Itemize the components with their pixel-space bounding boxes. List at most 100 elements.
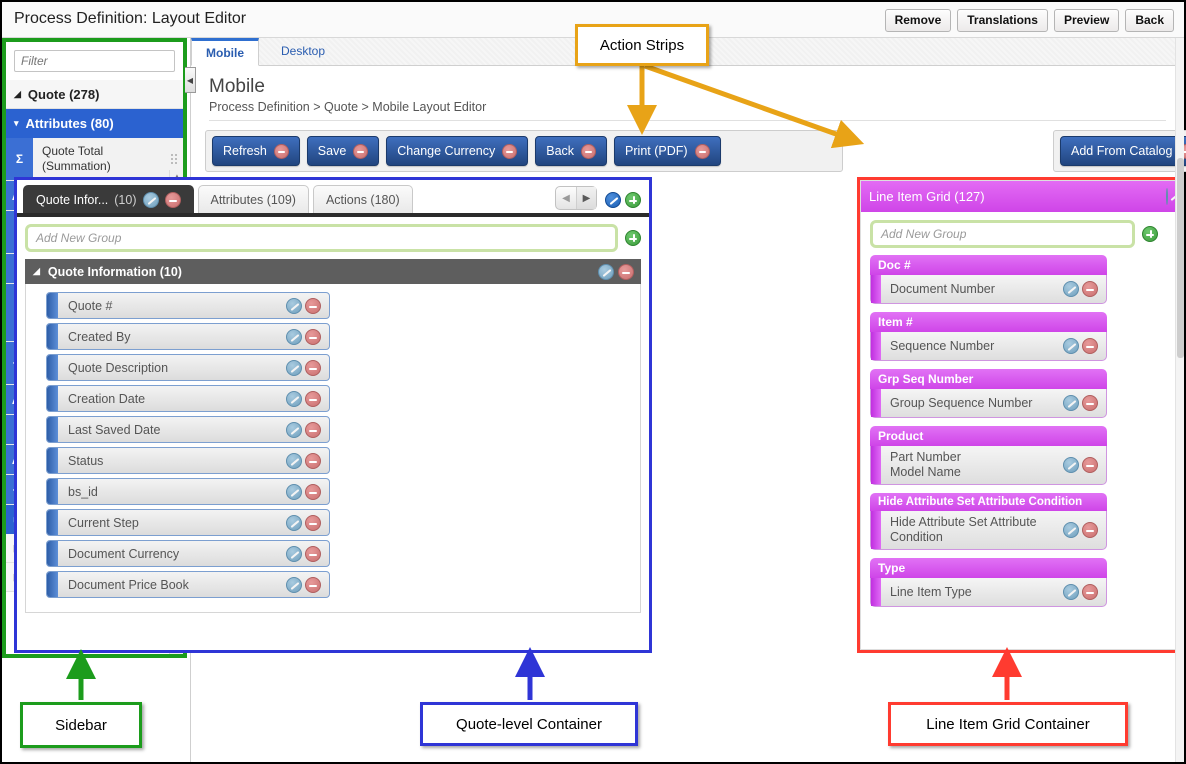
list-item[interactable]: Last Saved Date bbox=[26, 416, 640, 443]
remove-icon[interactable] bbox=[305, 515, 321, 531]
content-scrollbar[interactable] bbox=[1175, 38, 1184, 762]
back-button[interactable]: Back bbox=[1125, 9, 1174, 32]
add-new-group-input[interactable]: Add New Group bbox=[25, 224, 618, 252]
remove-icon[interactable] bbox=[305, 453, 321, 469]
tab-next-icon[interactable]: ▶ bbox=[576, 187, 596, 209]
remove-icon[interactable] bbox=[305, 391, 321, 407]
tab-quote-information[interactable]: Quote Infor... (10) bbox=[23, 185, 194, 213]
group-header[interactable]: ◢ Quote Information (10) bbox=[25, 259, 641, 284]
add-new-group-input[interactable]: Add New Group bbox=[870, 220, 1135, 248]
remove-icon[interactable] bbox=[305, 484, 321, 500]
filter-input[interactable] bbox=[14, 50, 175, 72]
field-label: Document Currency bbox=[58, 547, 179, 561]
list-item[interactable]: Current Step bbox=[26, 509, 640, 536]
edit-tab-icon[interactable] bbox=[605, 192, 621, 208]
translations-button[interactable]: Translations bbox=[957, 9, 1048, 32]
remove-icon[interactable] bbox=[1082, 584, 1098, 600]
list-item[interactable]: Type Line Item Type bbox=[870, 558, 1167, 607]
edit-icon[interactable] bbox=[286, 329, 302, 345]
action-strip-line-item: Add From Catalog bbox=[1053, 130, 1186, 172]
edit-icon[interactable] bbox=[286, 298, 302, 314]
remove-icon[interactable] bbox=[502, 144, 517, 159]
list-item[interactable]: Created By bbox=[26, 323, 640, 350]
list-item[interactable]: Doc # Document Number bbox=[870, 255, 1167, 304]
list-item[interactable]: Creation Date bbox=[26, 385, 640, 412]
card-caption: Product bbox=[870, 426, 1107, 446]
remove-icon[interactable] bbox=[353, 144, 368, 159]
print-pdf-button[interactable]: Print (PDF) bbox=[614, 136, 721, 166]
edit-icon[interactable] bbox=[143, 192, 159, 208]
tab-mobile[interactable]: Mobile bbox=[191, 38, 259, 66]
list-item[interactable]: Item # Sequence Number bbox=[870, 312, 1167, 361]
edit-icon[interactable] bbox=[1063, 457, 1079, 473]
sidebar-group-attributes[interactable]: ▾ Attributes (80) bbox=[6, 109, 183, 138]
edit-icon[interactable] bbox=[598, 264, 614, 280]
edit-icon[interactable] bbox=[1063, 338, 1079, 354]
card-accent-bar bbox=[871, 275, 881, 303]
remove-icon[interactable] bbox=[274, 144, 289, 159]
edit-icon[interactable] bbox=[286, 360, 302, 376]
remove-icon[interactable] bbox=[1082, 522, 1098, 538]
remove-icon[interactable] bbox=[305, 298, 321, 314]
remove-icon[interactable] bbox=[1082, 281, 1098, 297]
remove-icon[interactable] bbox=[305, 577, 321, 593]
remove-icon[interactable] bbox=[305, 360, 321, 376]
edit-icon[interactable] bbox=[286, 484, 302, 500]
sidebar-collapse-handle[interactable]: ◀ bbox=[185, 67, 196, 93]
tab-pager[interactable]: ◀ ▶ bbox=[555, 186, 597, 210]
remove-button[interactable]: Remove bbox=[885, 9, 952, 32]
edit-icon[interactable] bbox=[286, 577, 302, 593]
add-group-icon[interactable] bbox=[1142, 226, 1158, 242]
remove-icon[interactable] bbox=[305, 329, 321, 345]
list-item[interactable]: Document Price Book bbox=[26, 571, 640, 598]
edit-icon[interactable] bbox=[1063, 281, 1079, 297]
sidebar-group-quote[interactable]: ◢ Quote (278) bbox=[6, 80, 183, 109]
edit-icon[interactable] bbox=[1166, 188, 1168, 205]
list-item[interactable]: Document Currency bbox=[26, 540, 640, 567]
list-item-label: Quote Total (Summation) bbox=[33, 138, 165, 180]
edit-icon[interactable] bbox=[286, 453, 302, 469]
change-currency-button[interactable]: Change Currency bbox=[386, 136, 528, 166]
remove-icon[interactable] bbox=[1082, 457, 1098, 473]
edit-icon[interactable] bbox=[286, 515, 302, 531]
tab-desktop[interactable]: Desktop bbox=[267, 38, 339, 66]
edit-icon[interactable] bbox=[286, 422, 302, 438]
button-label: Add From Catalog bbox=[1071, 144, 1172, 158]
list-item[interactable]: Hide Attribute Set Attribute Condition H… bbox=[870, 493, 1167, 550]
list-item[interactable]: Grp Seq Number Group Sequence Number bbox=[870, 369, 1167, 418]
edit-icon[interactable] bbox=[286, 546, 302, 562]
list-item[interactable]: Quote # bbox=[26, 292, 640, 319]
remove-icon[interactable] bbox=[581, 144, 596, 159]
refresh-button[interactable]: Refresh bbox=[212, 136, 300, 166]
list-item[interactable]: Product Part Number Model Name bbox=[870, 426, 1167, 485]
list-item[interactable]: Quote Description bbox=[26, 354, 640, 381]
field-label: Current Step bbox=[58, 516, 139, 530]
remove-icon[interactable] bbox=[165, 192, 181, 208]
remove-icon[interactable] bbox=[695, 144, 710, 159]
remove-icon[interactable] bbox=[618, 264, 634, 280]
tab-attributes[interactable]: Attributes (109) bbox=[198, 185, 309, 213]
field-label: Quote Description bbox=[58, 361, 168, 375]
edit-icon[interactable] bbox=[1063, 395, 1079, 411]
quote-panel-body: Add New Group ◢ Quote Information (10) Q… bbox=[17, 213, 649, 650]
save-button[interactable]: Save bbox=[307, 136, 380, 166]
list-item[interactable]: Σ Quote Total (Summation) bbox=[6, 138, 183, 181]
edit-icon[interactable] bbox=[1063, 522, 1079, 538]
remove-icon[interactable] bbox=[1082, 395, 1098, 411]
remove-icon[interactable] bbox=[305, 422, 321, 438]
scrollbar-thumb[interactable] bbox=[1177, 158, 1184, 358]
list-item[interactable]: Status bbox=[26, 447, 640, 474]
list-item[interactable]: bs_id bbox=[26, 478, 640, 505]
add-tab-icon[interactable] bbox=[625, 192, 641, 208]
back-action-button[interactable]: Back bbox=[535, 136, 607, 166]
remove-icon[interactable] bbox=[1082, 338, 1098, 354]
tab-actions[interactable]: Actions (180) bbox=[313, 185, 413, 213]
add-group-icon[interactable] bbox=[625, 230, 641, 246]
preview-button[interactable]: Preview bbox=[1054, 9, 1119, 32]
add-from-catalog-button[interactable]: Add From Catalog bbox=[1060, 136, 1186, 166]
card-accent-bar bbox=[871, 511, 881, 549]
tab-prev-icon[interactable]: ◀ bbox=[556, 187, 576, 209]
edit-icon[interactable] bbox=[286, 391, 302, 407]
remove-icon[interactable] bbox=[305, 546, 321, 562]
edit-icon[interactable] bbox=[1063, 584, 1079, 600]
